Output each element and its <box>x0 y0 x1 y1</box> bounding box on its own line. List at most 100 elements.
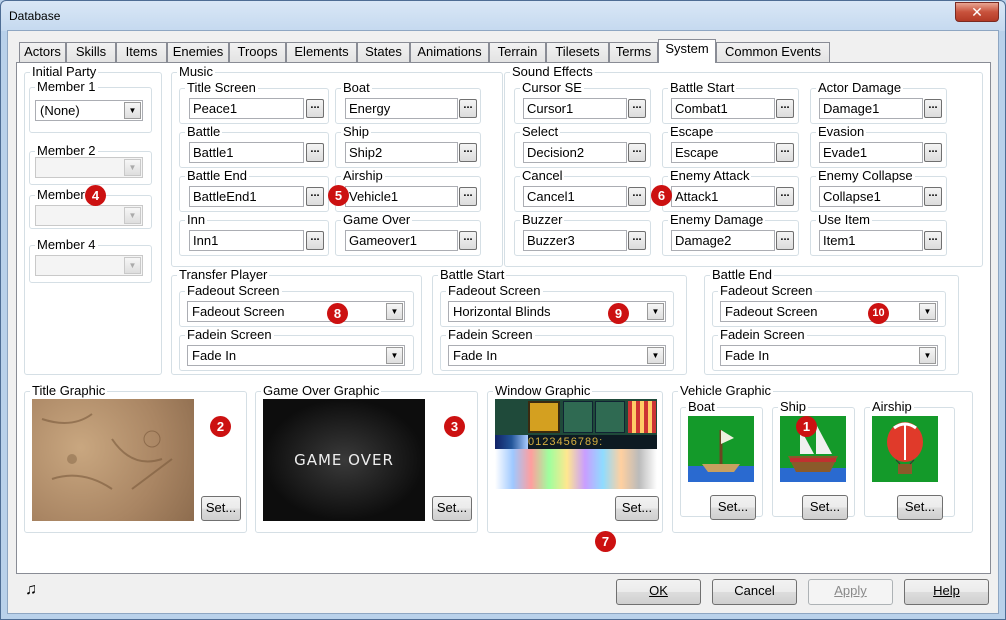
battle-end-music-label: Battle End <box>185 168 249 184</box>
actor-damage-se-browse-button[interactable]: ... <box>924 99 942 118</box>
apply-button[interactable]: Apply <box>808 579 893 605</box>
battle-music-input[interactable]: Battle1 <box>189 142 304 163</box>
title-screen-music-browse-button[interactable]: ... <box>306 99 324 118</box>
tab-terrain[interactable]: Terrain <box>489 42 546 62</box>
tab-common-events[interactable]: Common Events <box>716 42 830 62</box>
evasion-se-input[interactable]: Evade1 <box>819 142 923 163</box>
battle-start-se-input[interactable]: Combat1 <box>671 98 775 119</box>
airship-music-input[interactable]: Vehicle1 <box>345 186 458 207</box>
game-over-music-browse-button[interactable]: ... <box>459 231 477 250</box>
cancel-se-input[interactable]: Cancel1 <box>523 186 627 207</box>
battle-end-fadein-select[interactable]: Fade In ▼ <box>720 345 938 366</box>
tab-actors[interactable]: Actors <box>19 42 66 62</box>
title-graphic-set-button[interactable]: Set... <box>201 496 241 521</box>
battle-end-fadein-field: Fadein Screen Fade In ▼ <box>712 327 946 371</box>
transfer-player-group: Transfer Player Fadeout Screen Fadeout Sc… <box>171 267 422 375</box>
battle-start-fadein-select[interactable]: Fade In ▼ <box>448 345 666 366</box>
battle-start-fadeout-select[interactable]: Horizontal Blinds ▼ <box>448 301 666 322</box>
title-screen-music-input[interactable]: Peace1 <box>189 98 304 119</box>
member-1-select[interactable]: (None) ▼ <box>35 100 143 121</box>
battle-start-se-label: Battle Start <box>668 80 737 96</box>
enemy-collapse-se-browse-button[interactable]: ... <box>924 187 942 206</box>
battle-end-fadeout-select[interactable]: Fadeout Screen ▼ <box>720 301 938 322</box>
tab-system[interactable]: System <box>658 39 716 63</box>
battle-music-browse-button[interactable]: ... <box>306 143 324 162</box>
actor-damage-se-field: Actor Damage Damage1... <box>810 80 947 124</box>
inn-music-browse-button[interactable]: ... <box>306 231 324 250</box>
cursor-se-browse-button[interactable]: ... <box>628 99 646 118</box>
battle-start-transition-group: Battle Start Fadeout Screen Horizontal Bl… <box>432 267 687 375</box>
music-note-icon[interactable]: ♫ <box>25 581 37 599</box>
member-3-select[interactable]: ▼ <box>35 205 143 226</box>
cancel-button[interactable]: Cancel <box>712 579 797 605</box>
battle-start-se-browse-button[interactable]: ... <box>776 99 794 118</box>
battle-end-fadeout-label: Fadeout Screen <box>718 283 815 299</box>
tab-elements[interactable]: Elements <box>286 42 357 62</box>
transfer-fadein-select[interactable]: Fade In ▼ <box>187 345 405 366</box>
airship-set-button[interactable]: Set... <box>897 495 943 520</box>
title-graphic-preview <box>32 399 194 521</box>
game-over-graphic-set-button[interactable]: Set... <box>432 496 472 521</box>
battle-music-label: Battle <box>185 124 223 140</box>
tab-animations[interactable]: Animations <box>410 42 489 62</box>
ok-button[interactable]: OK <box>616 579 701 605</box>
window-title: Database <box>9 9 61 23</box>
member-4-select[interactable]: ▼ <box>35 255 143 276</box>
evasion-se-field: Evasion Evade1... <box>810 124 947 168</box>
tab-enemies[interactable]: Enemies <box>167 42 229 62</box>
evasion-se-browse-button[interactable]: ... <box>924 143 942 162</box>
transfer-fadein-field: Fadein Screen Fade In ▼ <box>179 327 414 371</box>
transfer-fadeout-value: Fadeout Screen <box>192 304 285 319</box>
buzzer-se-input[interactable]: Buzzer3 <box>523 230 627 251</box>
boat-set-button[interactable]: Set... <box>710 495 756 520</box>
escape-se-browse-button[interactable]: ... <box>776 143 794 162</box>
member-4-label: Member 4 <box>35 237 98 253</box>
ship-music-input[interactable]: Ship2 <box>345 142 458 163</box>
tab-terms[interactable]: Terms <box>609 42 658 62</box>
use-item-se-browse-button[interactable]: ... <box>924 231 942 250</box>
enemy-damage-se-browse-button[interactable]: ... <box>776 231 794 250</box>
battle-end-music-browse-button[interactable]: ... <box>306 187 324 206</box>
airship-icon <box>887 422 923 474</box>
boat-music-input[interactable]: Energy <box>345 98 458 119</box>
game-over-music-input[interactable]: Gameover1 <box>345 230 458 251</box>
boat-music-browse-button[interactable]: ... <box>459 99 477 118</box>
enemy-attack-se-browse-button[interactable]: ... <box>776 187 794 206</box>
battle-end-fadein-value: Fade In <box>725 348 770 363</box>
tab-states[interactable]: States <box>357 42 410 62</box>
cursor-se-input[interactable]: Cursor1 <box>523 98 627 119</box>
badge-2: 2 <box>210 416 231 437</box>
member-1-value: (None) <box>40 103 80 118</box>
battle-end-music-input[interactable]: BattleEnd1 <box>189 186 304 207</box>
tab-skills[interactable]: Skills <box>66 42 116 62</box>
battle-end-transition-group: Battle End Fadeout Screen Fadeout Screen ▼… <box>704 267 959 375</box>
enemy-collapse-se-input[interactable]: Collapse1 <box>819 186 923 207</box>
tab-tilesets[interactable]: Tilesets <box>546 42 609 62</box>
select-se-input[interactable]: Decision2 <box>523 142 627 163</box>
window-graphic-set-button[interactable]: Set... <box>615 496 659 521</box>
cancel-se-field: Cancel Cancel1... <box>514 168 651 212</box>
battle-start-transition-label: Battle Start <box>438 267 507 283</box>
member-2-select[interactable]: ▼ <box>35 157 143 178</box>
game-over-music-field: Game Over Gameover1... <box>335 212 481 256</box>
close-button[interactable]: ✕ <box>955 2 999 22</box>
use-item-se-field: Use Item Item1... <box>810 212 947 256</box>
cancel-se-browse-button[interactable]: ... <box>628 187 646 206</box>
chevron-down-icon: ▼ <box>124 159 141 176</box>
transfer-fadeout-select[interactable]: Fadeout Screen ▼ <box>187 301 405 322</box>
help-button[interactable]: Help <box>904 579 989 605</box>
tab-troops[interactable]: Troops <box>229 42 286 62</box>
inn-music-input[interactable]: Inn1 <box>189 230 304 251</box>
escape-se-input[interactable]: Escape <box>671 142 775 163</box>
ship-set-button[interactable]: Set... <box>802 495 848 520</box>
select-se-browse-button[interactable]: ... <box>628 143 646 162</box>
airship-music-browse-button[interactable]: ... <box>459 187 477 206</box>
tab-items[interactable]: Items <box>116 42 167 62</box>
buzzer-se-browse-button[interactable]: ... <box>628 231 646 250</box>
battle-start-fadein-value: Fade In <box>453 348 498 363</box>
enemy-damage-se-input[interactable]: Damage2 <box>671 230 775 251</box>
ship-music-browse-button[interactable]: ... <box>459 143 477 162</box>
use-item-se-input[interactable]: Item1 <box>819 230 923 251</box>
actor-damage-se-input[interactable]: Damage1 <box>819 98 923 119</box>
enemy-attack-se-input[interactable]: Attack1 <box>671 186 775 207</box>
